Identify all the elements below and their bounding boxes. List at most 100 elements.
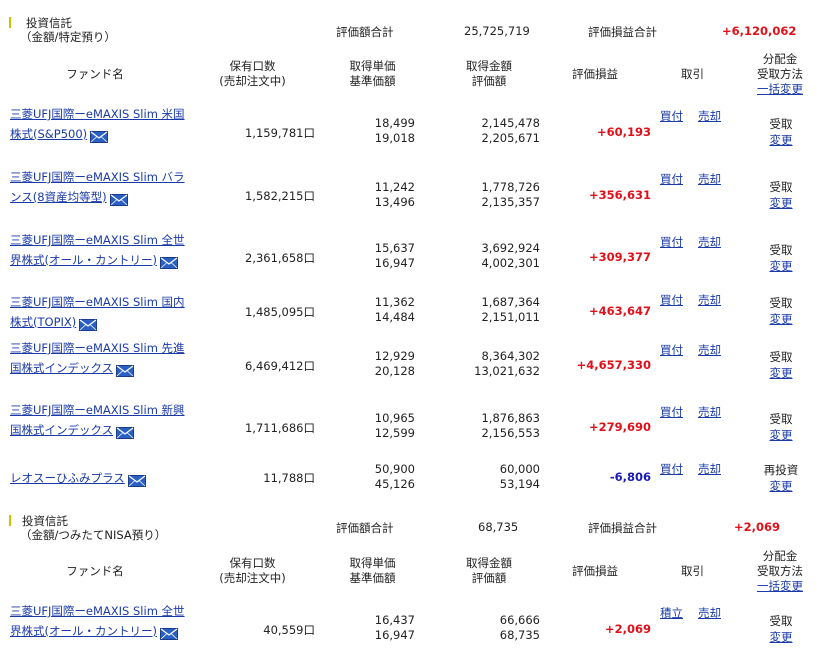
fund-name-cell: 三菱UFJ国際ーeMAXIS Slim 全世界株式(オール・カントリー) xyxy=(10,601,195,641)
header-amount: 取得金額 評価額 xyxy=(444,556,534,586)
section-marker xyxy=(9,515,11,526)
header-amount-1: 取得金額 xyxy=(466,59,512,73)
sell-link[interactable]: 売却 xyxy=(698,234,721,250)
acq-amount: 1,876,863 xyxy=(481,411,540,425)
mail-icon[interactable] xyxy=(116,363,135,377)
buy-link[interactable]: 買付 xyxy=(660,404,683,420)
pl-value: +60,193 xyxy=(596,125,651,139)
header-trade: 取引 xyxy=(681,67,704,81)
acq-amount: 66,666 xyxy=(499,613,540,627)
pl-value: +279,690 xyxy=(588,420,651,434)
pl-value: +463,647 xyxy=(588,304,651,318)
mail-icon[interactable] xyxy=(159,255,178,269)
fund-name-cell: 三菱UFJ国際ーeMAXIS Slim 国内株式(TOPIX) xyxy=(10,292,195,332)
section-title-sub: （金額/つみたてNISA預り） xyxy=(20,528,167,542)
header-amount-1: 取得金額 xyxy=(466,556,512,570)
dist-change-link[interactable]: 変更 xyxy=(755,311,807,327)
acq-price: 10,965 xyxy=(374,411,415,425)
header-amount: 取得金額 評価額 xyxy=(444,59,534,89)
sell-link[interactable]: 売却 xyxy=(698,342,721,358)
header-pl: 評価損益 xyxy=(572,564,618,578)
header-price: 取得単価 基準価額 xyxy=(325,59,420,89)
nav-price: 14,484 xyxy=(374,310,415,324)
mail-icon[interactable] xyxy=(109,192,128,206)
header-pl: 評価損益 xyxy=(572,67,618,81)
acq-price: 15,637 xyxy=(374,241,415,255)
fund-name-link[interactable]: レオスーひふみプラス xyxy=(10,471,125,485)
header-amount-2: 評価額 xyxy=(471,571,507,585)
nav-price: 45,126 xyxy=(374,477,415,491)
mail-icon[interactable] xyxy=(116,425,135,439)
buy-link[interactable]: 買付 xyxy=(660,234,683,250)
header-dist-2: 受取方法 xyxy=(757,564,803,578)
bulk-change-link[interactable]: 一括変更 xyxy=(745,579,815,594)
sell-link[interactable]: 売却 xyxy=(698,605,721,621)
units-cell: 6,469,412口 xyxy=(244,359,315,373)
acq-amount: 1,778,726 xyxy=(481,180,540,194)
pl-value: -6,806 xyxy=(609,470,651,484)
header-dist-1: 分配金 xyxy=(762,52,798,66)
sell-link[interactable]: 売却 xyxy=(698,404,721,420)
sell-link[interactable]: 売却 xyxy=(698,292,721,308)
header-dist-2: 受取方法 xyxy=(757,67,803,81)
fund-name-link[interactable]: 三菱UFJ国際ーeMAXIS Slim 先進国株式インデックス xyxy=(10,341,185,375)
nav-price: 16,947 xyxy=(374,256,415,270)
eval-amount: 4,002,301 xyxy=(481,256,540,270)
header-units: 保有口数 (売却注文中) xyxy=(200,59,305,89)
fund-name-link[interactable]: 三菱UFJ国際ーeMAXIS Slim 国内株式(TOPIX) xyxy=(10,295,185,329)
fund-name-cell: レオスーひふみプラス xyxy=(10,468,195,488)
fund-name-cell: 三菱UFJ国際ーeMAXIS Slim バランス(8資産均等型) xyxy=(10,167,195,207)
fund-name-link[interactable]: 三菱UFJ国際ーeMAXIS Slim 新興国株式インデックス xyxy=(10,403,185,437)
fund-name-link[interactable]: 三菱UFJ国際ーeMAXIS Slim 全世界株式(オール・カントリー) xyxy=(10,233,185,267)
dist-change-link[interactable]: 変更 xyxy=(755,427,807,443)
bulk-change-link[interactable]: 一括変更 xyxy=(745,82,815,97)
header-trade: 取引 xyxy=(681,564,704,578)
buy-link[interactable]: 積立 xyxy=(660,605,683,621)
dist-change-link[interactable]: 変更 xyxy=(755,132,807,148)
buy-link[interactable]: 買付 xyxy=(660,342,683,358)
dist-method: 受取 xyxy=(769,614,793,628)
acq-amount: 1,687,364 xyxy=(481,295,540,309)
acq-price: 11,362 xyxy=(374,295,415,309)
mail-icon[interactable] xyxy=(159,626,178,640)
eval-amount: 53,194 xyxy=(499,477,540,491)
mail-icon[interactable] xyxy=(127,473,146,487)
total-label: 評価額合計 xyxy=(336,521,394,535)
dist-change-link[interactable]: 変更 xyxy=(755,365,807,381)
sell-link[interactable]: 売却 xyxy=(698,108,721,124)
dist-change-link[interactable]: 変更 xyxy=(755,195,807,211)
nav-price: 19,018 xyxy=(374,131,415,145)
header-price: 取得単価 基準価額 xyxy=(325,556,420,586)
header-price-1: 取得単価 xyxy=(349,59,396,73)
mail-icon[interactable] xyxy=(79,317,98,331)
eval-amount: 2,156,553 xyxy=(481,426,540,440)
header-fund: ファンド名 xyxy=(66,67,124,81)
dist-change-link[interactable]: 変更 xyxy=(755,629,807,645)
eval-amount: 2,151,011 xyxy=(481,310,540,324)
pl-value: +309,377 xyxy=(588,250,651,264)
eval-amount: 13,021,632 xyxy=(474,364,540,378)
header-units-2: (売却注文中) xyxy=(219,74,286,88)
pl-value: +4,657,330 xyxy=(576,358,651,372)
sell-link[interactable]: 売却 xyxy=(698,171,721,187)
sell-link[interactable]: 売却 xyxy=(698,461,721,477)
buy-link[interactable]: 買付 xyxy=(660,108,683,124)
fund-name-link[interactable]: 三菱UFJ国際ーeMAXIS Slim バランス(8資産均等型) xyxy=(10,170,185,204)
buy-link[interactable]: 買付 xyxy=(660,292,683,308)
units-cell: 1,582,215口 xyxy=(244,189,315,203)
pl-total-label: 評価損益合計 xyxy=(588,521,657,535)
dist-method: 受取 xyxy=(769,117,793,131)
units-cell: 11,788口 xyxy=(263,471,315,485)
eval-amount: 2,205,671 xyxy=(481,131,540,145)
buy-link[interactable]: 買付 xyxy=(660,461,683,477)
dist-change-link[interactable]: 変更 xyxy=(755,478,807,494)
section-marker xyxy=(9,17,11,28)
total-value: 25,725,719 xyxy=(464,24,530,38)
section-title: 投資信託 （金額/つみたてNISA預り） xyxy=(20,514,167,542)
acq-amount: 2,145,478 xyxy=(481,116,540,130)
buy-link[interactable]: 買付 xyxy=(660,171,683,187)
units-cell: 1,485,095口 xyxy=(244,305,315,319)
fund-name-link[interactable]: 三菱UFJ国際ーeMAXIS Slim 全世界株式(オール・カントリー) xyxy=(10,604,185,638)
mail-icon[interactable] xyxy=(90,129,109,143)
dist-change-link[interactable]: 変更 xyxy=(755,258,807,274)
